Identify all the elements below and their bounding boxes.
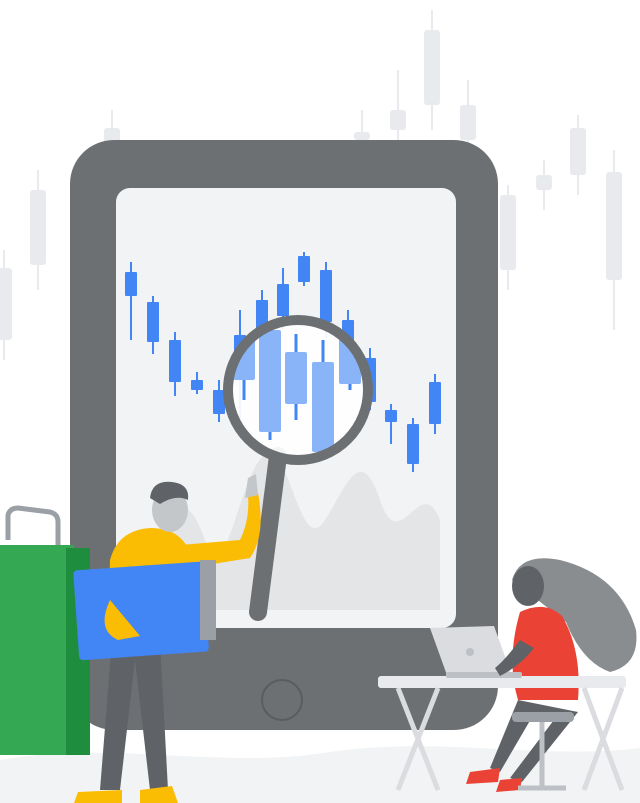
bag-front <box>0 545 74 755</box>
lens-candle-body <box>259 330 281 432</box>
bg-candle-body <box>390 110 406 130</box>
lens-candle-body <box>312 362 334 452</box>
candle-body <box>169 340 181 382</box>
candle-body <box>407 424 419 464</box>
bg-candle-body <box>30 190 46 265</box>
bg-candle-body <box>0 268 12 340</box>
folder-back <box>200 560 216 640</box>
bg-candle-body <box>570 128 586 175</box>
candle-body <box>298 256 310 282</box>
candle-body <box>385 410 397 422</box>
bg-candle-body <box>354 132 370 140</box>
illustration-scene <box>0 10 640 803</box>
woman-head <box>512 566 544 606</box>
bg-candle-body <box>460 105 476 140</box>
laptop-logo <box>466 648 474 656</box>
candle-body <box>429 382 441 424</box>
candle-body <box>147 302 159 342</box>
bg-candle-body <box>536 175 552 190</box>
bg-candle-body <box>606 172 622 280</box>
lens-candle-body <box>285 352 307 404</box>
chair-seat <box>512 712 574 722</box>
man-shoe-left <box>74 790 122 803</box>
bag-handle <box>5 505 61 548</box>
bg-candle-body <box>424 30 440 105</box>
bg-candle-body <box>500 195 516 270</box>
candle-body <box>125 272 137 296</box>
candle-body <box>191 380 203 390</box>
candle-body <box>277 284 289 316</box>
folder-icon <box>73 561 209 661</box>
candle-body <box>320 270 332 322</box>
laptop-base <box>446 672 522 678</box>
